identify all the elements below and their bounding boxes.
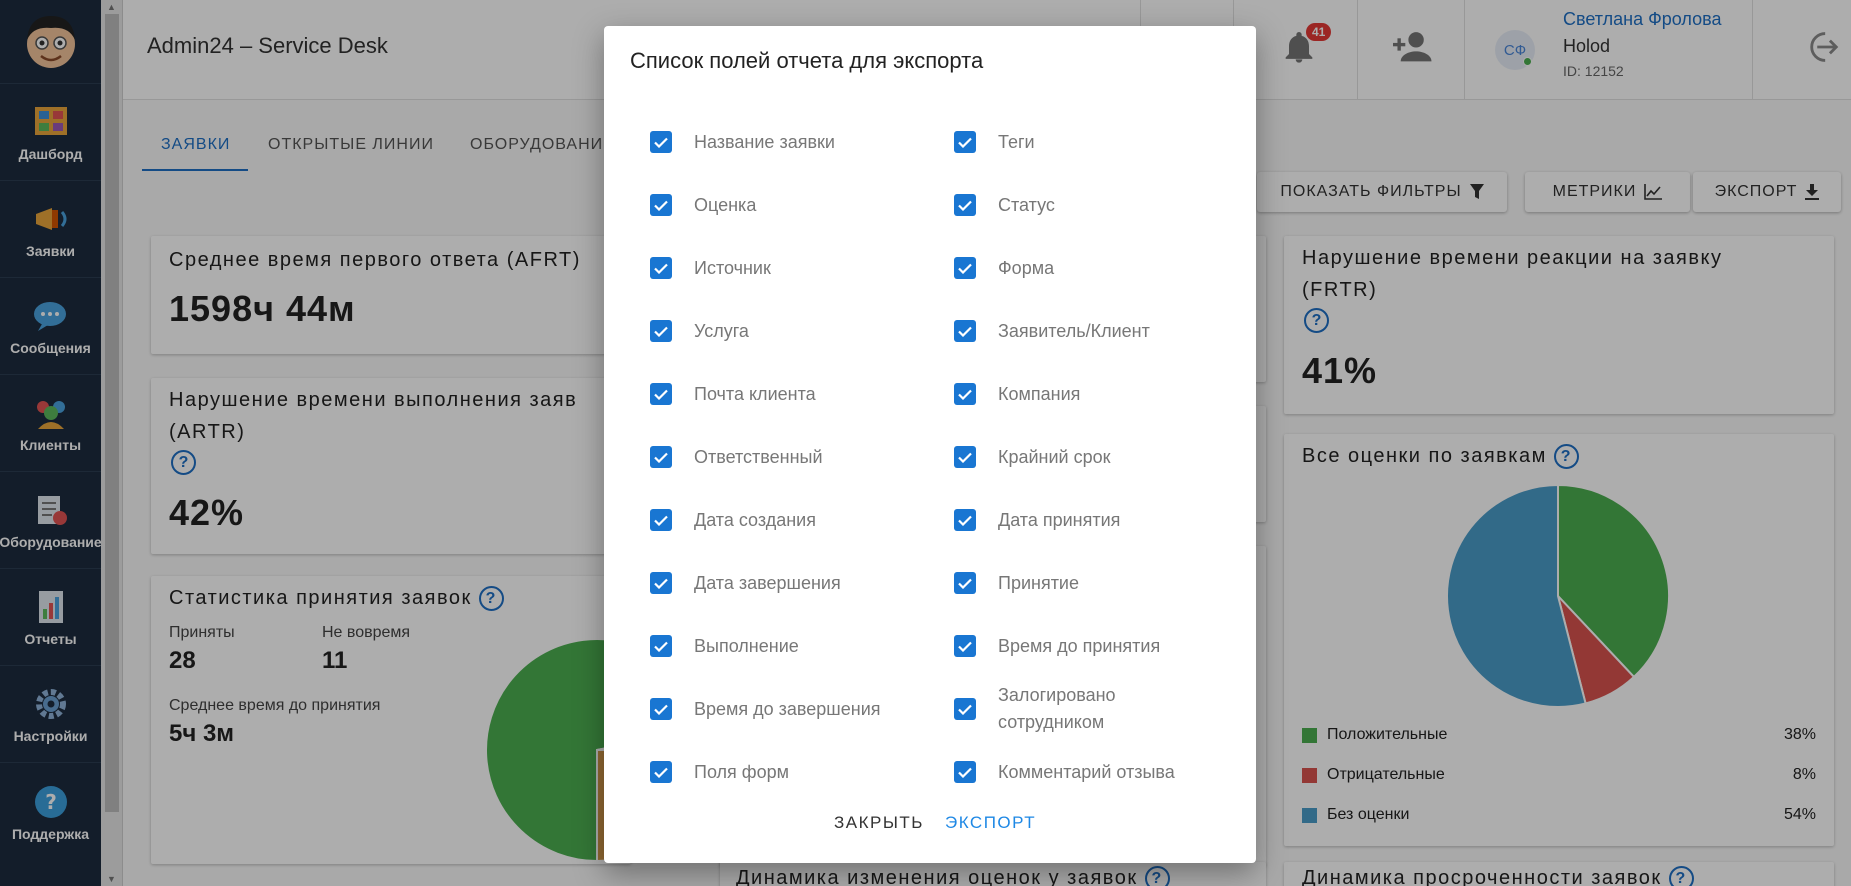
- checkbox-checked-icon[interactable]: [650, 131, 672, 153]
- checkbox-checked-icon[interactable]: [954, 383, 976, 405]
- field-label: Время до принятия: [998, 635, 1161, 656]
- field-checkbox-row[interactable]: Компания: [954, 371, 1204, 417]
- field-checkbox-row[interactable]: Комментарий отзыва: [954, 749, 1204, 795]
- field-label: Время до завершения: [694, 698, 881, 719]
- field-label: Форма: [998, 257, 1055, 278]
- checkbox-checked-icon[interactable]: [954, 572, 976, 594]
- field-checkbox-row[interactable]: Крайний срок: [954, 434, 1204, 480]
- field-checkbox-row[interactable]: Дата принятия: [954, 497, 1204, 543]
- field-label: Оценка: [694, 194, 757, 215]
- field-checkbox-row[interactable]: Ответственный: [650, 434, 910, 480]
- checkbox-checked-icon[interactable]: [650, 635, 672, 657]
- field-label: Дата завершения: [694, 572, 841, 593]
- field-checkbox-row[interactable]: Оценка: [650, 182, 910, 228]
- checkbox-checked-icon[interactable]: [650, 320, 672, 342]
- field-checkbox-row[interactable]: Дата завершения: [650, 560, 910, 606]
- field-checkbox-row[interactable]: Выполнение: [650, 623, 910, 669]
- field-label: Заявитель/Клиент: [998, 320, 1150, 341]
- field-label: Поля форм: [694, 761, 790, 782]
- field-checkbox-row[interactable]: Услуга: [650, 308, 910, 354]
- field-checkbox-row[interactable]: Теги: [954, 119, 1204, 165]
- field-label: Комментарий отзыва: [998, 761, 1175, 782]
- field-label: Теги: [998, 131, 1035, 152]
- checkbox-checked-icon[interactable]: [650, 194, 672, 216]
- checkbox-checked-icon[interactable]: [650, 446, 672, 468]
- dialog-title: Список полей отчета для экспорта: [630, 48, 984, 73]
- field-checkbox-row[interactable]: Время до завершения: [650, 686, 910, 732]
- checkbox-checked-icon[interactable]: [650, 383, 672, 405]
- checkbox-checked-icon[interactable]: [954, 761, 976, 783]
- field-checkbox-row[interactable]: Форма: [954, 245, 1204, 291]
- field-label: Выполнение: [694, 635, 799, 656]
- field-label: Источник: [694, 257, 771, 278]
- field-checkbox-row[interactable]: Залогировано сотрудником: [954, 685, 1204, 732]
- checkbox-checked-icon[interactable]: [650, 257, 672, 279]
- checkbox-checked-icon[interactable]: [954, 131, 976, 153]
- checkbox-checked-icon[interactable]: [650, 572, 672, 594]
- field-label: Дата создания: [694, 509, 816, 530]
- field-label: Дата принятия: [998, 509, 1121, 530]
- field-checkbox-row[interactable]: Статус: [954, 182, 1204, 228]
- checkbox-checked-icon[interactable]: [954, 320, 976, 342]
- checkbox-checked-icon[interactable]: [954, 446, 976, 468]
- checkbox-checked-icon[interactable]: [954, 698, 976, 720]
- field-checkbox-row[interactable]: Почта клиента: [650, 371, 910, 417]
- field-label: Крайний срок: [998, 446, 1111, 467]
- dialog-export-button[interactable]: ЭКСПОРТ: [945, 813, 1036, 833]
- field-label: Ответственный: [694, 446, 823, 467]
- export-fields-dialog: Список полей отчета для экспорта Названи…: [604, 26, 1256, 863]
- field-label: Компания: [998, 383, 1081, 404]
- field-checkbox-row[interactable]: Источник: [650, 245, 910, 291]
- checkbox-checked-icon[interactable]: [954, 635, 976, 657]
- field-checkbox-row[interactable]: Название заявки: [650, 119, 910, 165]
- checkbox-checked-icon[interactable]: [954, 194, 976, 216]
- field-checkbox-row[interactable]: Принятие: [954, 560, 1204, 606]
- field-label: Название заявки: [694, 131, 835, 152]
- field-label: Почта клиента: [694, 383, 816, 404]
- field-label: Статус: [998, 194, 1055, 215]
- checkbox-checked-icon[interactable]: [650, 698, 672, 720]
- checkbox-checked-icon[interactable]: [954, 257, 976, 279]
- field-checkbox-row[interactable]: Заявитель/Клиент: [954, 308, 1204, 354]
- checkbox-checked-icon[interactable]: [650, 509, 672, 531]
- field-checkbox-row[interactable]: Поля форм: [650, 749, 910, 795]
- field-label: Принятие: [998, 572, 1079, 593]
- checkbox-checked-icon[interactable]: [954, 509, 976, 531]
- field-checkbox-row[interactable]: Дата создания: [650, 497, 910, 543]
- checkbox-checked-icon[interactable]: [650, 761, 672, 783]
- field-checkbox-row[interactable]: Время до принятия: [954, 623, 1204, 669]
- field-label: Залогировано сотрудником: [998, 685, 1116, 732]
- field-label: Услуга: [694, 320, 749, 341]
- close-button[interactable]: ЗАКРЫТЬ: [834, 813, 924, 833]
